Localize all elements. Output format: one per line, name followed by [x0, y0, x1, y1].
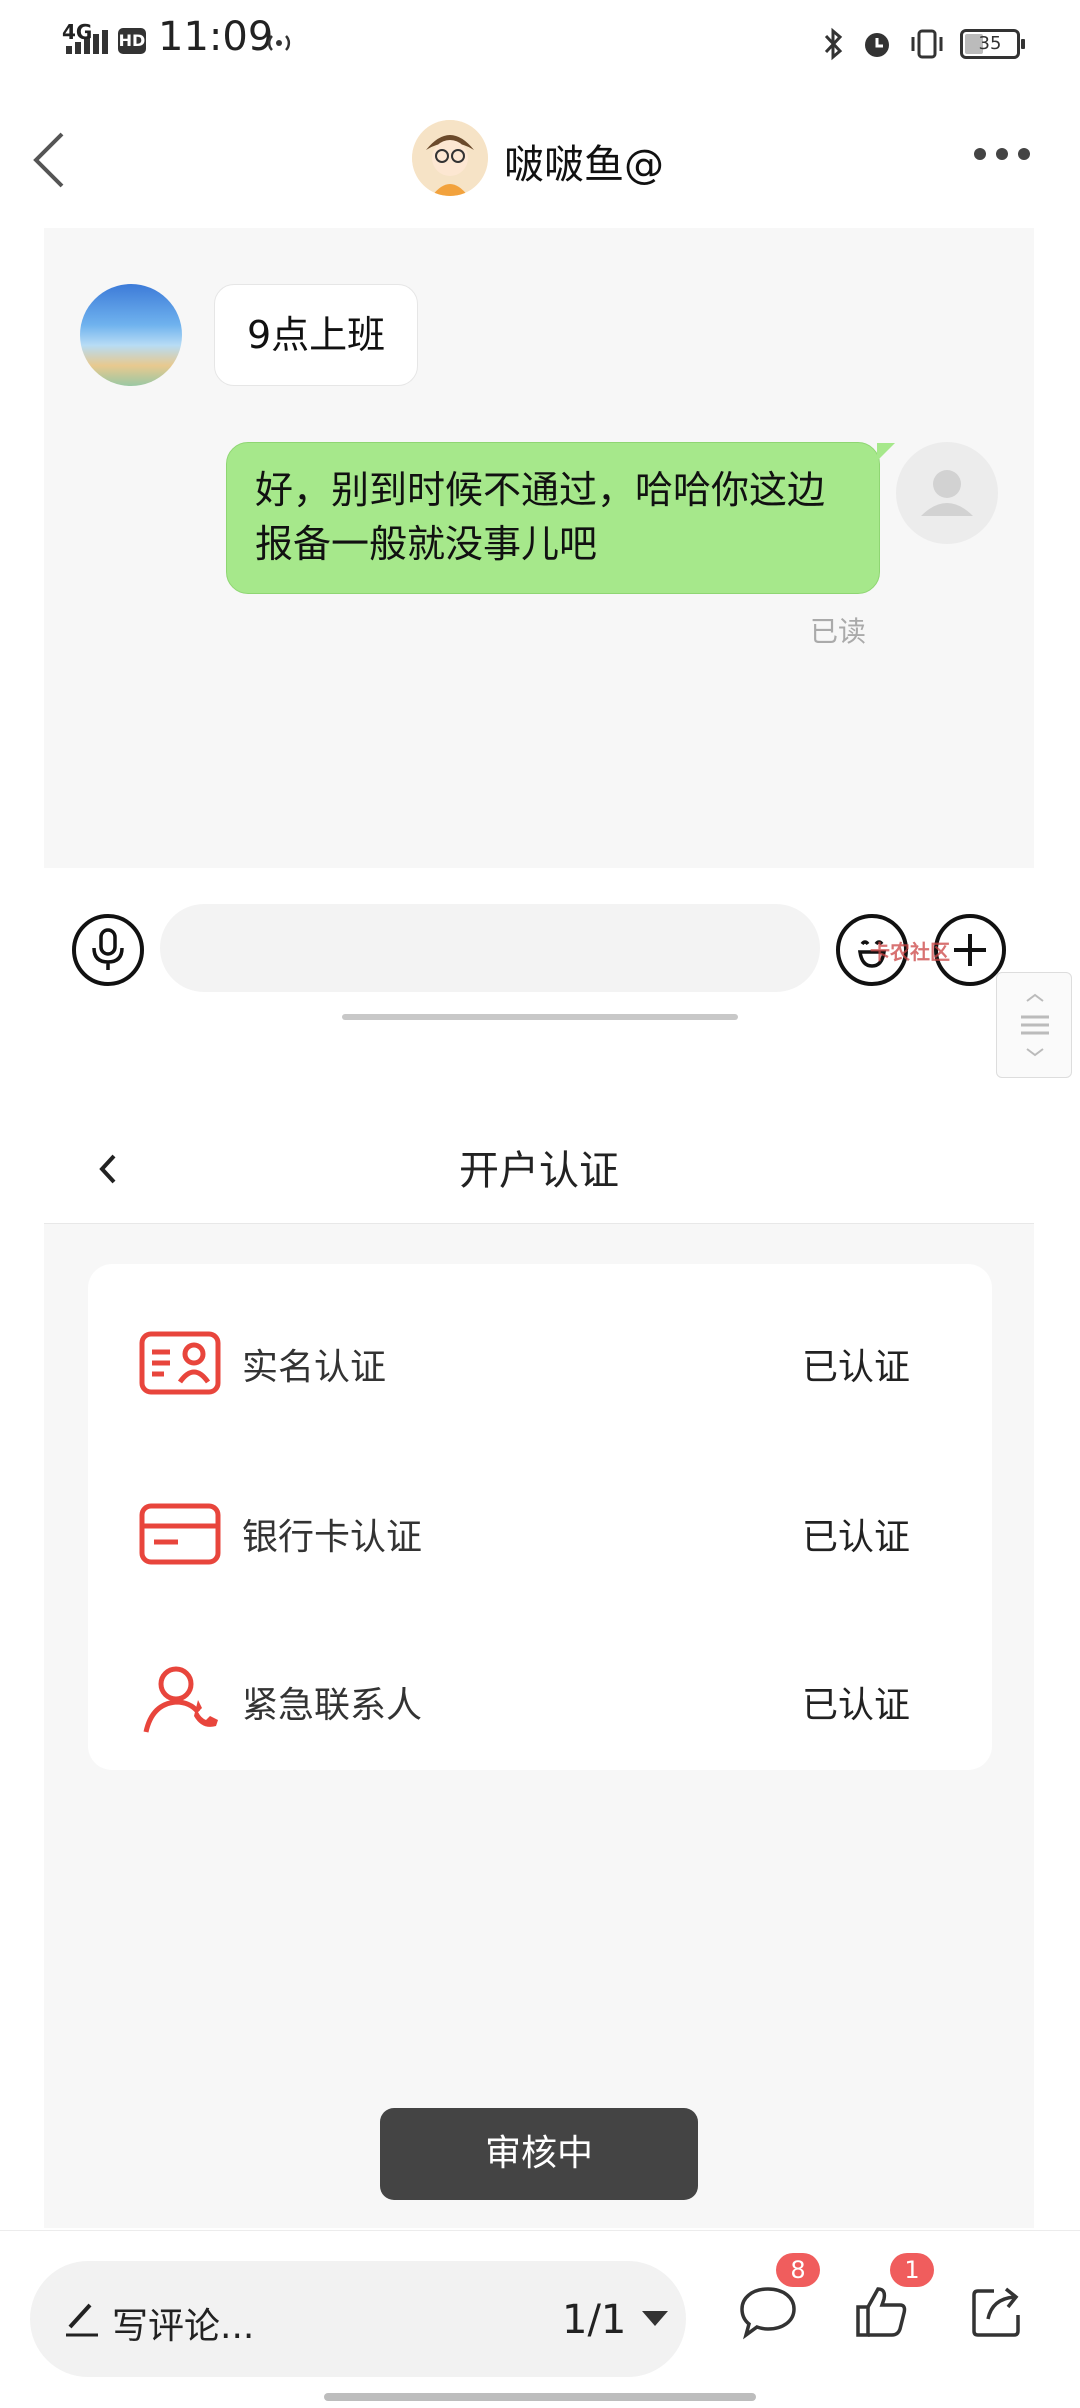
verification-label: 紧急联系人: [242, 1685, 423, 1726]
gesture-bar: [324, 2393, 756, 2401]
verification-header: 开户认证: [44, 1110, 1034, 1224]
share-button[interactable]: [968, 2281, 1028, 2341]
scroll-handle[interactable]: [996, 972, 1072, 1078]
verification-status: 已认证: [801, 1685, 910, 1726]
chat-message-list[interactable]: 9点上班 好，别到时候不通过，哈哈你这边报备一般就没事儿吧 已读: [44, 228, 1034, 868]
verification-card: 实名认证 已认证 银行卡认证 已认证 紧急联系人 已认证: [88, 1264, 992, 1770]
likes-count-badge: 1: [890, 2253, 934, 2287]
peer-avatar[interactable]: [80, 284, 182, 386]
thumbs-up-icon: [856, 2287, 907, 2337]
contact-name: 啵啵鱼@: [504, 142, 664, 188]
message-bubble-sent[interactable]: 好，别到时候不通过，哈哈你这边报备一般就没事儿吧: [226, 442, 895, 594]
plus-icon: [954, 934, 986, 966]
clock-time: 11:09: [158, 14, 274, 60]
verification-item-bank-card[interactable]: 银行卡认证 已认证: [88, 1482, 992, 1582]
self-avatar[interactable]: [896, 442, 998, 544]
hotspot-icon: [267, 35, 291, 51]
chat-home-indicator: [342, 1014, 738, 1020]
under-review-button[interactable]: 审核中: [380, 2108, 698, 2200]
verification-label: 银行卡认证: [242, 1517, 423, 1558]
contact-avatar[interactable]: [412, 120, 488, 196]
page-indicator[interactable]: 1/1: [562, 2297, 626, 2343]
watermark: 卡农社区: [870, 940, 950, 964]
comment-bubble-icon: [740, 2287, 796, 2340]
share-icon: [972, 2287, 1020, 2337]
comment-input[interactable]: 写评论... 1/1: [30, 2261, 686, 2377]
hd-badge: HD: [118, 28, 146, 54]
bluetooth-icon: [824, 27, 843, 61]
comment-placeholder: 写评论...: [112, 2306, 255, 2347]
alarm-icon: [865, 33, 889, 57]
bank-card-icon: [139, 1503, 221, 1565]
verification-status: 已认证: [801, 1517, 910, 1558]
caret-down-icon[interactable]: [642, 2311, 668, 2326]
verification-item-real-name[interactable]: 实名认证 已认证: [88, 1312, 992, 1412]
page-title: 开户认证: [459, 1148, 619, 1194]
verification-body: 实名认证 已认证 银行卡认证 已认证 紧急联系人 已认证: [44, 1224, 1034, 2228]
like-button[interactable]: 1: [852, 2253, 934, 2341]
message-bubble-received[interactable]: 9点上班: [214, 284, 419, 386]
contact-phone-icon: [143, 1666, 218, 1733]
verification-label: 实名认证: [242, 1347, 387, 1388]
status-bar: 4G HD 11:09 35: [0, 0, 1080, 90]
network-type: 4G: [62, 20, 93, 44]
pencil-icon: [66, 2303, 98, 2337]
message-input-bar: 卡农社区: [0, 890, 1080, 1010]
comments-button[interactable]: 8: [738, 2253, 820, 2341]
chat-header: 啵啵鱼@: [0, 90, 1080, 230]
voice-button[interactable]: [72, 914, 144, 986]
comments-count-badge: 8: [776, 2253, 820, 2287]
read-receipt: 已读: [810, 615, 867, 648]
default-user-icon: [921, 470, 973, 516]
more-options-icon[interactable]: [974, 148, 1030, 160]
verification-item-emergency-contact[interactable]: 紧急联系人 已认证: [88, 1650, 992, 1750]
cartoon-avatar-icon: [412, 120, 488, 196]
id-card-icon: [139, 1331, 221, 1395]
verification-status: 已认证: [801, 1347, 910, 1388]
battery-icon: 35: [960, 29, 1025, 59]
bottom-toolbar: 写评论... 1/1 8 1: [0, 2230, 1080, 2408]
vibrate-icon: [911, 29, 943, 59]
battery-level: 35: [978, 33, 1002, 54]
back-arrow-icon[interactable]: [28, 120, 68, 200]
message-input[interactable]: [160, 904, 820, 992]
microphone-icon: [92, 928, 124, 970]
drag-handle-icon: [1021, 993, 1049, 1057]
